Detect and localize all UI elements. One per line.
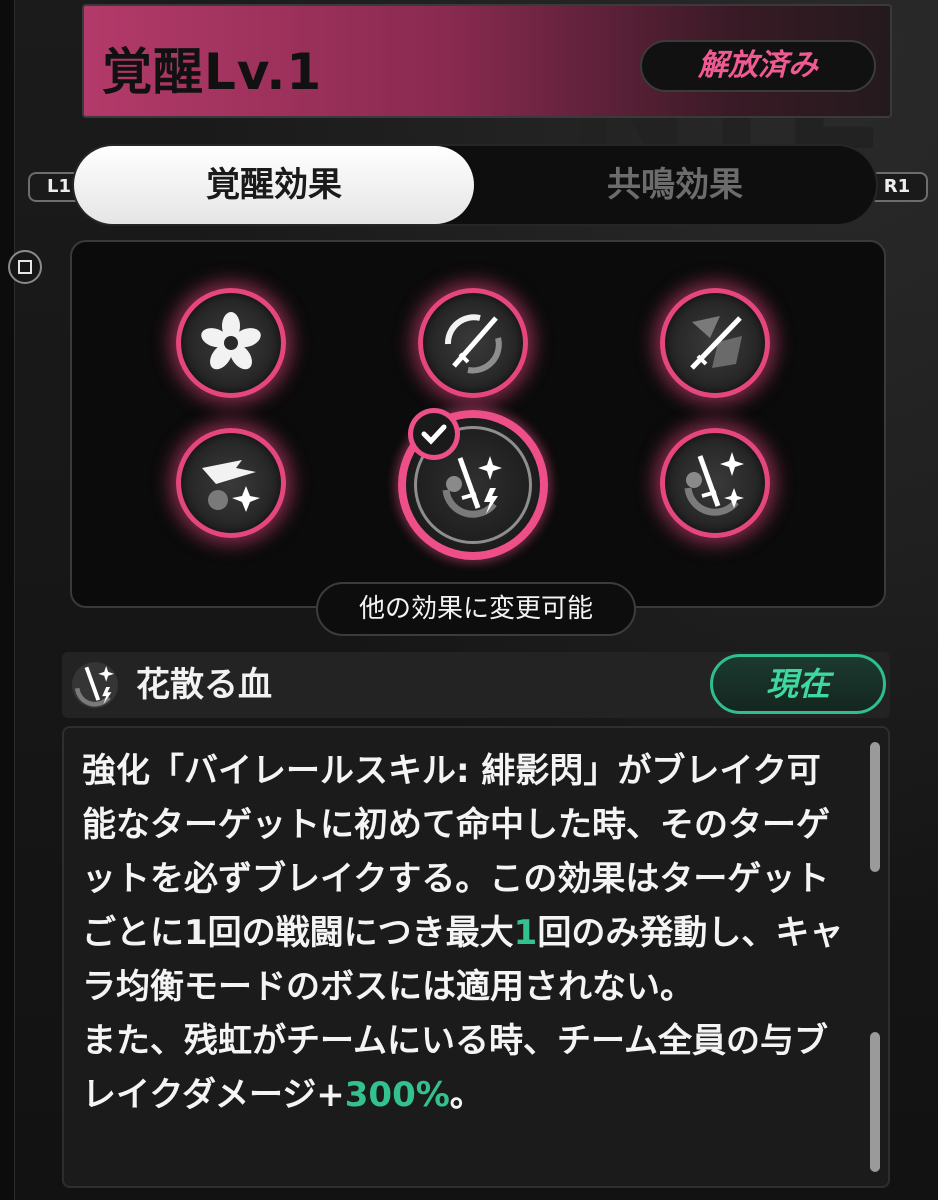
description-value-1: 1 bbox=[513, 913, 538, 953]
effect-node-1[interactable] bbox=[176, 288, 286, 398]
page-title: 覚醒Lv.1 bbox=[102, 43, 323, 101]
sword-bolt-icon bbox=[72, 662, 118, 708]
scroll-thumb-lower[interactable] bbox=[870, 1032, 880, 1172]
effect-node-2[interactable] bbox=[418, 288, 528, 398]
flower-icon bbox=[201, 312, 261, 370]
change-effect-hint[interactable]: 他の効果に変更可能 bbox=[316, 582, 636, 636]
description-part-4: 。 bbox=[449, 1075, 484, 1115]
sword-bolt-icon bbox=[442, 456, 502, 518]
effect-name: 花散る血 bbox=[136, 665, 272, 705]
unlocked-status-badge: 解放済み bbox=[640, 40, 876, 92]
effect-node-6[interactable] bbox=[660, 428, 770, 538]
square-button-icon[interactable] bbox=[8, 250, 42, 284]
tab-resonance-effect[interactable]: 共鳴効果 bbox=[474, 146, 876, 224]
description-scrollbar[interactable] bbox=[870, 742, 880, 1172]
tab-awakening-effect[interactable]: 覚醒効果 bbox=[74, 146, 474, 224]
awakening-screen: NTE 覚醒Lv.1 解放済み L1 R1 覚醒効果 共鳴効果 bbox=[0, 0, 938, 1200]
awakening-header: 覚醒Lv.1 解放済み bbox=[82, 4, 892, 118]
dash-sparkle-icon bbox=[202, 460, 260, 512]
sword-sparkle-icon bbox=[684, 452, 744, 516]
effect-name-row: 花散る血 現在 bbox=[62, 652, 890, 718]
description-value-2: 300% bbox=[344, 1075, 450, 1115]
effect-description: 強化「バイレールスキル: 緋影閃」がブレイク可能なターゲットに初めて命中した時、… bbox=[82, 744, 852, 1122]
effect-node-4[interactable] bbox=[176, 428, 286, 538]
check-icon bbox=[408, 408, 460, 460]
tab-bar: 覚醒効果 共鳴効果 bbox=[72, 144, 878, 226]
sword-slash-icon bbox=[444, 314, 502, 374]
left-edge-strip bbox=[0, 0, 15, 1200]
current-badge: 現在 bbox=[710, 654, 886, 714]
effect-description-box[interactable]: 強化「バイレールスキル: 緋影閃」がブレイク可能なターゲットに初めて命中した時、… bbox=[62, 726, 890, 1188]
sword-shatter-icon bbox=[690, 316, 742, 370]
scroll-thumb-upper[interactable] bbox=[870, 742, 880, 872]
effect-node-3[interactable] bbox=[660, 288, 770, 398]
